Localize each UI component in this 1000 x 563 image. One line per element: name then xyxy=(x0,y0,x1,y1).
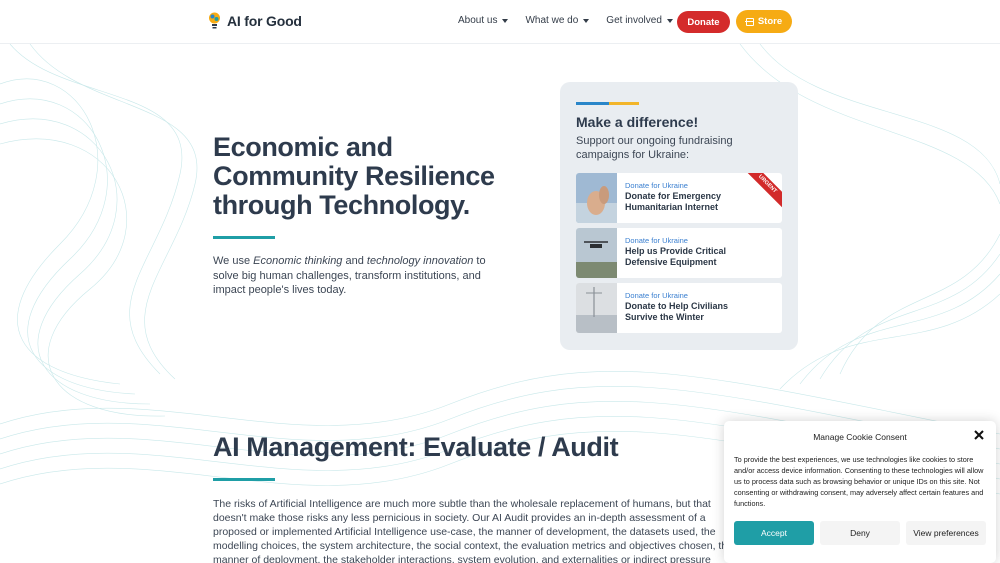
lightbulb-icon xyxy=(209,12,220,29)
accept-button[interactable]: Accept xyxy=(734,521,814,545)
nav-about-us[interactable]: About us xyxy=(458,15,509,26)
campaign-name: Help us Provide Critical Defensive Equip… xyxy=(625,246,727,267)
fundraising-card: Make a difference! Support our ongoing f… xyxy=(560,82,798,350)
title-underline xyxy=(213,236,275,239)
campaign-card-winter[interactable]: Donate for Ukraine Donate to Help Civili… xyxy=(576,283,782,333)
hero-text-part: We use xyxy=(213,255,254,267)
nav-label: About us xyxy=(458,15,498,26)
logo-text: AI for Good xyxy=(227,13,302,29)
section-text: The risks of Artificial Intelligence are… xyxy=(213,498,734,563)
cookie-title: Manage Cookie Consent xyxy=(813,432,907,442)
hero-title: Economic and Community Resilience throug… xyxy=(213,132,495,220)
logo[interactable]: AI for Good xyxy=(207,11,302,31)
cookie-consent-dialog: Manage Cookie Consent To provide the bes… xyxy=(724,421,996,563)
site-header: AI for Good About us What we do Get invo… xyxy=(0,0,1000,44)
campaign-card-internet[interactable]: Donate for Ukraine Donate for Emergency … xyxy=(576,173,782,223)
campaign-tag: Donate for Ukraine xyxy=(625,236,688,245)
view-preferences-button[interactable]: View preferences xyxy=(906,521,986,545)
nav-get-involved[interactable]: Get involved xyxy=(606,15,673,26)
cookie-text: To provide the best experiences, we use … xyxy=(734,455,984,508)
store-button[interactable]: Store xyxy=(736,10,792,33)
section-title: AI Management: Evaluate / Audit xyxy=(213,432,619,462)
campaign-image-hands xyxy=(576,173,617,223)
hero-text-emphasis: Economic thinking xyxy=(253,255,343,267)
campaign-name: Donate to Help Civilians Survive the Win… xyxy=(625,301,729,322)
ukraine-flag-blue xyxy=(576,102,609,105)
main-nav: About us What we do Get involved xyxy=(458,15,673,26)
hero-text-emphasis: technology innovation xyxy=(366,255,474,267)
nav-label: Get involved xyxy=(606,15,662,26)
donate-button[interactable]: Donate xyxy=(677,11,730,33)
hero-text: We use Economic thinking and technology … xyxy=(213,254,493,298)
chevron-down-icon xyxy=(583,18,590,23)
campaign-name: Donate for Emergency Humanitarian Intern… xyxy=(625,191,722,212)
section-underline xyxy=(213,478,275,481)
store-label: Store xyxy=(757,16,783,27)
chevron-down-icon xyxy=(502,18,509,23)
fundraising-subtitle: Support our ongoing fundraising campaign… xyxy=(576,135,733,161)
campaign-tag: Donate for Ukraine xyxy=(625,181,688,190)
campaign-tag: Donate for Ukraine xyxy=(625,291,688,300)
campaign-card-equipment[interactable]: Donate for Ukraine Help us Provide Criti… xyxy=(576,228,782,278)
close-icon[interactable] xyxy=(974,430,984,440)
shop-icon xyxy=(745,17,755,26)
campaign-image-drone xyxy=(576,228,617,278)
nav-label: What we do xyxy=(525,15,579,26)
ukraine-flag-yellow xyxy=(609,102,639,105)
chevron-down-icon xyxy=(666,18,673,23)
urgent-badge: URGENT xyxy=(741,173,782,211)
nav-what-we-do[interactable]: What we do xyxy=(525,15,590,26)
fundraising-title: Make a difference! xyxy=(576,114,699,130)
deny-button[interactable]: Deny xyxy=(820,521,900,545)
campaign-image-power-lines xyxy=(576,283,617,333)
hero-text-part: and xyxy=(342,255,367,267)
